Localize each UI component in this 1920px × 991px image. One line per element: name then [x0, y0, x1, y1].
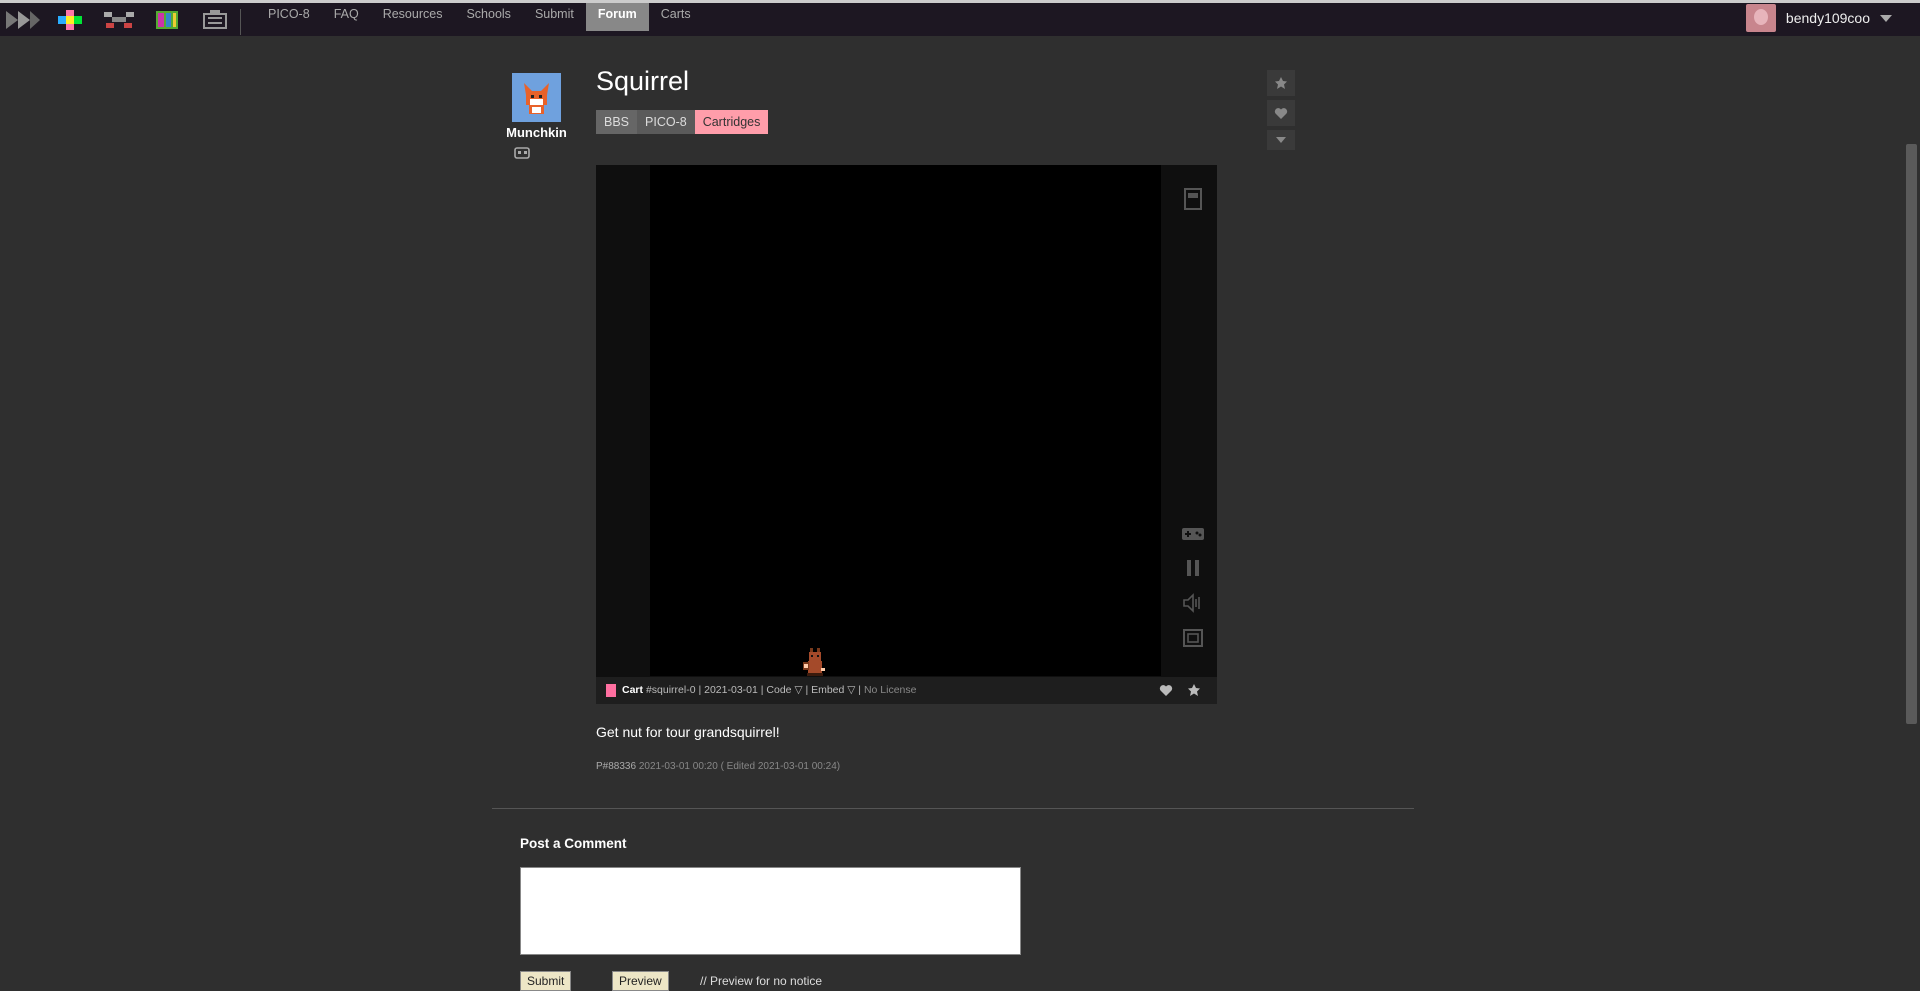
cart-player[interactable]: Cart #squirrel-0 | 2021-03-01 | Code ▽ |… — [596, 165, 1217, 704]
cart-icon — [606, 683, 616, 697]
star-icon — [1275, 77, 1287, 89]
chevron-down-icon[interactable] — [1880, 14, 1892, 22]
nav-forum[interactable]: Forum — [585, 3, 649, 31]
breadcrumb: BBS PICO-8 Cartridges — [596, 110, 769, 134]
heart-icon — [1274, 107, 1288, 119]
separator: | — [805, 684, 809, 696]
gamepad-badge-icon — [514, 147, 530, 159]
nav-faq[interactable]: FAQ — [322, 3, 371, 31]
post-id[interactable]: P#88336 — [596, 761, 636, 772]
pico8-logo-icon[interactable] — [52, 7, 90, 33]
cart-info-button[interactable] — [1180, 187, 1206, 211]
fox-avatar-icon — [524, 83, 549, 114]
cart-label[interactable]: Cart — [622, 684, 643, 696]
cart-date: 2021-03-01 — [704, 684, 758, 696]
pause-icon — [1187, 560, 1199, 576]
speaker-icon — [1183, 593, 1200, 613]
post-timestamp: 2021-03-01 00:20 — [638, 761, 718, 772]
author-name[interactable]: Munchkin — [500, 125, 573, 140]
favorite-star-button[interactable] — [1267, 70, 1295, 96]
site-logos — [4, 7, 234, 33]
gamepad-icon — [1182, 528, 1204, 540]
fullscreen-button[interactable] — [1180, 626, 1206, 650]
pause-button[interactable] — [1180, 556, 1206, 580]
preview-button[interactable]: Preview — [612, 971, 669, 991]
nav-resources[interactable]: Resources — [371, 3, 455, 31]
nav-separator — [240, 9, 241, 35]
breadcrumb-bbs[interactable]: BBS — [596, 110, 638, 134]
submit-button[interactable]: Submit — [520, 971, 572, 991]
code-toggle[interactable]: Code ▽ — [766, 684, 802, 696]
author-avatar[interactable] — [512, 73, 561, 122]
nav-submit[interactable]: Submit — [523, 3, 586, 31]
separator: | — [698, 684, 702, 696]
nav-pico8[interactable]: PICO-8 — [256, 3, 322, 31]
document-icon — [1184, 188, 1202, 210]
lexaloffle-logo-icon[interactable] — [4, 7, 42, 33]
user-avatar[interactable] — [1745, 4, 1776, 32]
top-bar: PICO-8 FAQ Resources Schools Submit Foru… — [0, 0, 1920, 36]
like-heart-button[interactable] — [1267, 100, 1295, 126]
post-body: Get nut for tour grandsquirrel! — [596, 724, 780, 740]
squirrel-sprite — [803, 648, 825, 676]
nav-schools[interactable]: Schools — [454, 3, 522, 31]
breadcrumb-cartridges[interactable]: Cartridges — [694, 110, 769, 134]
sound-button[interactable] — [1180, 591, 1206, 615]
tools-logo-icon[interactable] — [196, 7, 234, 33]
username[interactable]: bendy109coo — [1786, 10, 1870, 26]
nav-carts[interactable]: Carts — [649, 3, 703, 31]
comment-heading: Post a Comment — [520, 836, 627, 851]
star-icon[interactable] — [1187, 683, 1201, 697]
separator: | — [858, 684, 862, 696]
post-actions — [1267, 70, 1295, 154]
post-title: Squirrel — [596, 66, 690, 96]
voxatron-logo-icon[interactable] — [100, 7, 138, 33]
breadcrumb-pico8[interactable]: PICO-8 — [637, 110, 695, 134]
scrollbar-thumb[interactable] — [1906, 144, 1917, 724]
post-edited: ( Edited 2021-03-01 00:24) — [720, 761, 841, 772]
separator: | — [760, 684, 764, 696]
fullscreen-icon — [1183, 629, 1203, 647]
gamepad-button[interactable] — [1180, 522, 1206, 546]
comment-input[interactable] — [520, 867, 1021, 955]
main-nav: PICO-8 FAQ Resources Schools Submit Foru… — [256, 3, 703, 31]
user-menu[interactable]: bendy109coo — [1745, 4, 1892, 32]
picotron-logo-icon[interactable] — [148, 7, 186, 33]
embed-toggle[interactable]: Embed ▽ — [811, 684, 855, 696]
post-meta: P#88336 2021-03-01 00:20 ( Edited 2021-0… — [596, 761, 840, 772]
game-screen[interactable] — [650, 165, 1161, 676]
cart-info-bar: Cart #squirrel-0 | 2021-03-01 | Code ▽ |… — [596, 677, 1217, 704]
cart-id[interactable]: #squirrel-0 — [646, 684, 696, 696]
divider — [492, 808, 1414, 809]
more-options-button[interactable] — [1267, 130, 1295, 150]
form-hint: // Preview for no notice — [700, 974, 823, 988]
license-label: No License — [863, 684, 917, 696]
cart-actions — [1159, 677, 1201, 697]
chevron-down-icon — [1276, 137, 1286, 143]
heart-icon[interactable] — [1159, 684, 1173, 697]
